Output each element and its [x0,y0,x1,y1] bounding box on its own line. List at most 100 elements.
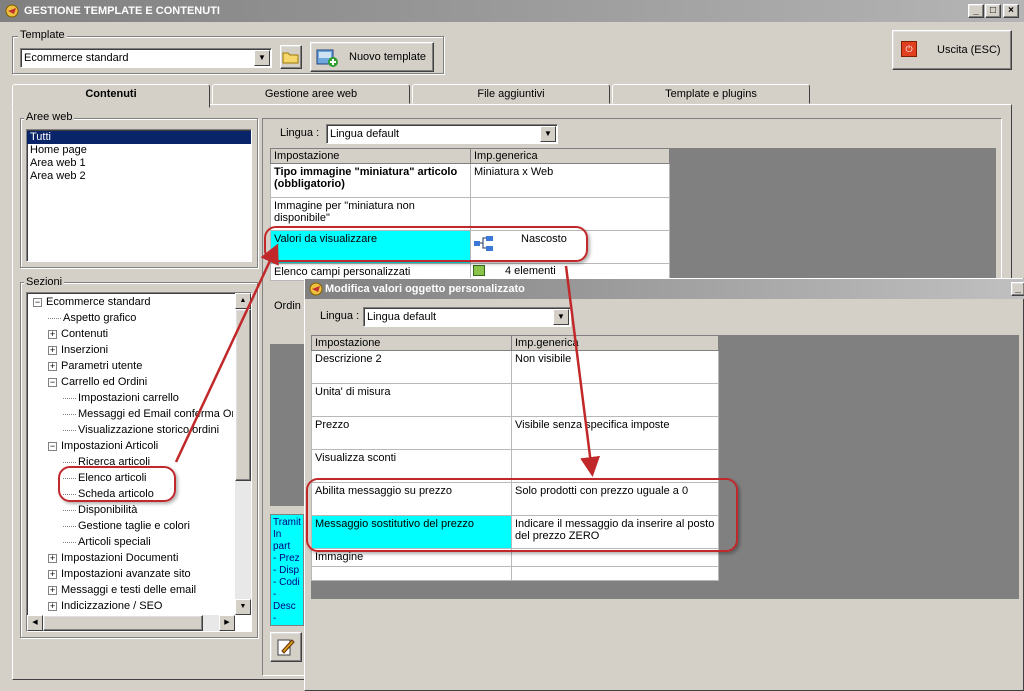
table-row[interactable]: Unita' di misura [311,383,719,417]
new-template-label: Nuovo template [349,51,427,63]
info-line: - Desc [273,589,296,612]
edit-button[interactable] [270,632,302,662]
collapse-icon[interactable]: − [48,441,57,451]
expand-icon[interactable]: + [48,345,57,355]
row-value[interactable]: Non visibile [511,350,719,384]
chevron-down-icon[interactable]: ▼ [254,50,270,66]
add-template-icon [316,49,338,67]
list-item[interactable]: Area web 2 [27,170,251,183]
tree-item[interactable]: + Indicizzazione / SEO [29,598,233,614]
tree-connector [48,317,61,319]
aree-web-list[interactable]: Tutti Home page Area web 1 Area web 2 [26,129,252,262]
row-value[interactable]: Visibile senza specifica imposte [511,416,719,450]
dialog-title: Modifica valori oggetto personalizzato [325,283,525,295]
open-folder-button[interactable] [280,45,302,69]
list-item[interactable]: Area web 1 [27,157,251,170]
tree-item[interactable]: + Impostazioni Documenti [29,550,233,566]
scroll-down-icon[interactable]: ▼ [235,599,251,615]
collapse-icon[interactable]: − [48,377,57,387]
list-item[interactable]: Tutti [27,131,251,144]
dialog-lingua-select[interactable]: Lingua default ▼ [363,307,571,327]
info-line: In part [273,529,291,552]
tab-template-plugins[interactable]: Template e plugins [612,84,810,104]
row-value[interactable] [511,383,719,417]
expand-icon[interactable]: + [48,585,57,595]
row-name: Unita' di misura [311,383,512,417]
close-button[interactable]: × [1003,4,1019,18]
table-row[interactable]: Descrizione 2 Non visibile [311,350,719,384]
expand-icon[interactable]: + [48,361,57,371]
folder-icon [282,52,299,64]
row-name [311,566,512,581]
tab-gestione-aree-web[interactable]: Gestione aree web [212,84,410,104]
scroll-right-icon[interactable]: ▶ [219,615,235,631]
tree-item[interactable]: Disponibilità [29,502,233,518]
tree-item[interactable]: + Parametri utente [29,358,233,374]
col-imp-generica: Imp.generica [470,148,670,164]
maximize-button[interactable]: □ [985,4,1001,18]
window-titlebar: GESTIONE TEMPLATE E CONTENUTI [0,0,1024,22]
template-select[interactable]: Ecommerce standard ▼ [20,48,272,68]
row-value-text: 4 elementi [505,265,556,277]
tree-item-label: Parametri utente [61,360,143,372]
expand-icon[interactable]: + [48,553,57,563]
tree-vscrollbar[interactable]: ▲ ▼ [235,293,251,615]
scroll-up-icon[interactable]: ▲ [235,293,251,309]
tree-hscrollbar[interactable]: ◀ ▶ [27,615,235,631]
row-value[interactable]: Miniatura x Web [470,163,670,198]
list-item[interactable]: Home page [27,144,251,157]
partial-row-label: Ordin [274,300,301,312]
dialog-lingua-label: Lingua : [320,310,360,322]
tree-item-label: Impostazioni carrello [78,392,179,404]
tab-file-aggiuntivi[interactable]: File aggiuntivi [412,84,610,104]
tree-item[interactable]: − Impostazioni Articoli [29,438,233,454]
exit-label: Uscita (ESC) [937,44,1001,56]
template-select-value: Ecommerce standard [24,52,129,64]
tab-contenuti[interactable]: Contenuti [12,84,210,108]
edit-list-icon [473,265,485,276]
info-line: - Disp [273,565,300,576]
lingua-select[interactable]: Lingua default ▼ [326,124,558,144]
tree-item-label: Ecommerce standard [46,296,151,308]
expand-icon[interactable]: + [48,569,57,579]
expand-icon[interactable]: + [48,601,57,611]
chevron-down-icon[interactable]: ▼ [553,309,569,325]
sezioni-tree[interactable]: − Ecommerce standard Aspetto grafico + Conte… [26,292,252,632]
scroll-left-icon[interactable]: ◀ [27,615,43,631]
exit-button[interactable]: ⏻ Uscita (ESC) [892,30,1012,70]
scroll-thumb[interactable] [235,309,251,481]
chevron-down-icon[interactable]: ▼ [540,126,556,142]
collapse-icon[interactable]: − [33,297,42,307]
tree-item[interactable]: − Carrello ed Ordini [29,374,233,390]
tree-item[interactable]: + Contenuti [29,326,233,342]
row-name: Prezzo [311,416,512,450]
col-imp-generica: Imp.generica [511,335,719,351]
tree-item[interactable]: Messaggi ed Email conferma Ordini [29,406,233,422]
tree-item[interactable]: − Ecommerce standard [29,294,233,310]
new-template-button[interactable]: Nuovo template [310,42,434,72]
tree-item[interactable]: Aspetto grafico [29,310,233,326]
aree-web-label: Aree web [24,111,75,123]
minimize-button[interactable]: _ [968,4,984,18]
table-row[interactable] [311,566,719,581]
tree-item[interactable]: + Messaggi e testi delle email [29,582,233,598]
hscroll-thumb[interactable] [43,615,203,631]
table-row[interactable]: Prezzo Visibile senza specifica imposte [311,416,719,450]
tree-item[interactable]: + Inserzioni [29,342,233,358]
tree-connector [63,525,76,527]
tree-item[interactable]: Visualizzazione storico ordini [29,422,233,438]
tree-item[interactable]: Articoli speciali [29,534,233,550]
tree-item[interactable]: Impostazioni carrello [29,390,233,406]
tree-item[interactable]: + Impostazioni avanzate sito [29,566,233,582]
expand-icon[interactable]: + [48,329,57,339]
tree-connector [63,397,76,399]
tree-item[interactable]: Gestione taglie e colori [29,518,233,534]
annotation-circle-valori [264,226,588,262]
row-value[interactable] [511,566,719,581]
table-row[interactable]: Tipo immagine "miniatura" articolo (obbl… [270,163,670,198]
col-impostazione: Impostazione [270,148,471,164]
info-line: Tramit [273,517,301,528]
dialog-minimize-button[interactable]: _ [1011,282,1024,296]
window-title: GESTIONE TEMPLATE E CONTENUTI [24,5,220,17]
tab-file-aggiuntivi-label: File aggiuntivi [477,88,545,100]
